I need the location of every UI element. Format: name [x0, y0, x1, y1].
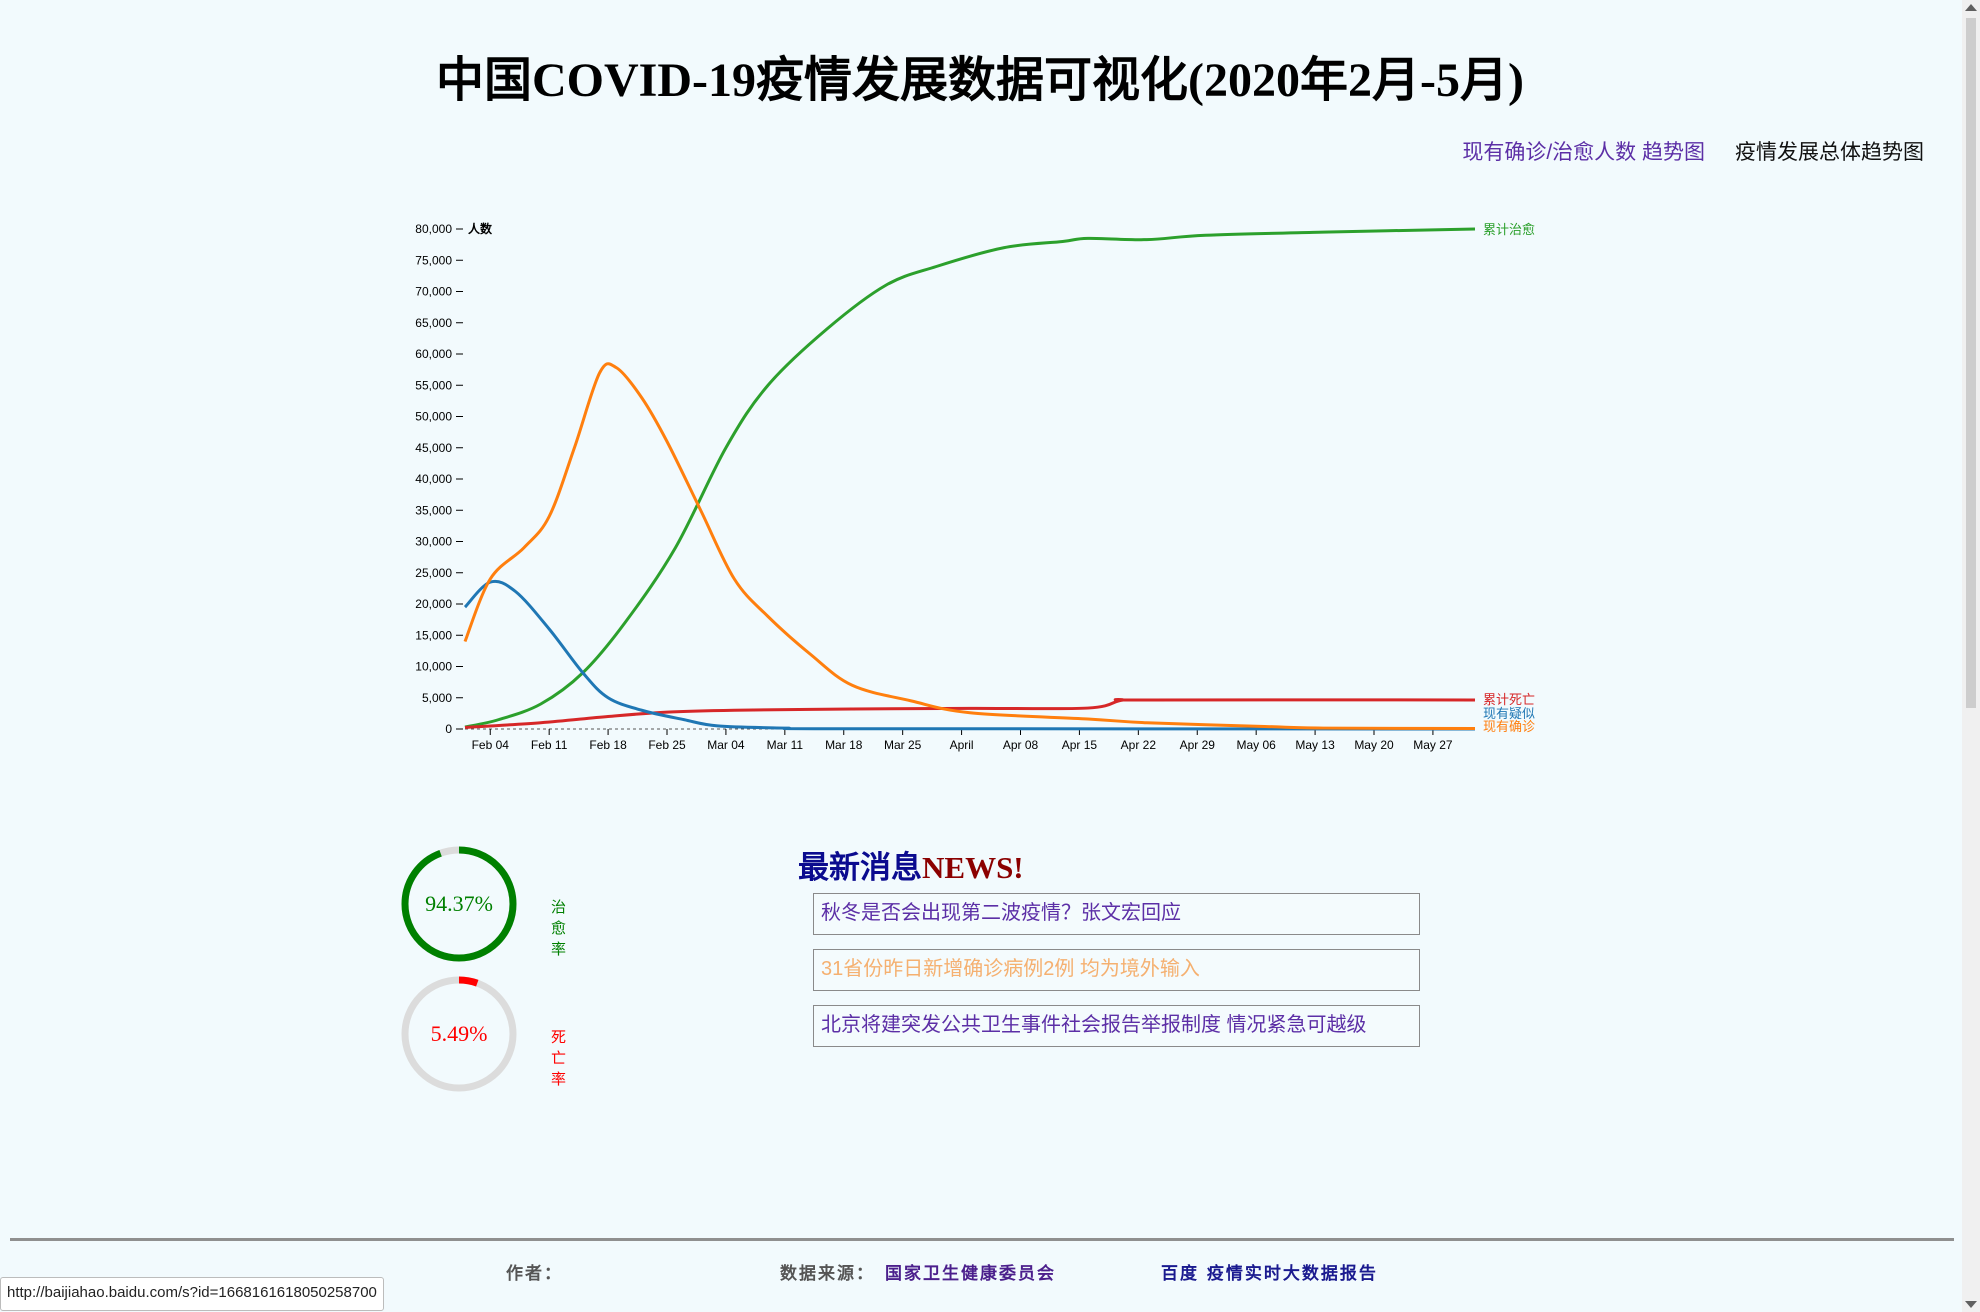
news-item[interactable]: 北京将建突发公共卫生事件社会报告举报制度 情况紧急可越级 — [813, 1005, 1420, 1047]
y-tick-label: 10,000 — [415, 660, 452, 674]
page: 中国COVID-19疫情发展数据可视化(2020年2月-5月) 现有确诊/治愈人… — [0, 0, 1980, 1312]
cure-rate-label: 治愈率 — [551, 899, 567, 958]
y-tick-label: 75,000 — [415, 253, 452, 267]
x-tick-label: Feb 18 — [589, 738, 627, 752]
x-tick-label: Mar 04 — [707, 738, 745, 752]
death-rate-ring: 5.49% — [401, 976, 517, 1092]
vertical-scrollbar[interactable] — [1962, 0, 1980, 1312]
page-title: 中国COVID-19疫情发展数据可视化(2020年2月-5月) — [436, 54, 1524, 107]
x-tick-label: Mar 18 — [825, 738, 863, 752]
cure-rate-value: 94.37% — [425, 891, 493, 916]
y-tick-label: 65,000 — [415, 316, 452, 330]
nav-trend-chart-link[interactable]: 现有确诊/治愈人数 趋势图 — [1462, 136, 1705, 166]
scroll-down-icon[interactable] — [1965, 1301, 1977, 1308]
death-rate-value: 5.49% — [431, 1021, 488, 1046]
series-label: 累计死亡 — [1483, 692, 1535, 707]
news-item[interactable]: 31省份昨日新增确诊病例2例 均为境外输入 — [813, 949, 1420, 991]
series-label: 累计治愈 — [1483, 222, 1535, 237]
scrollbar-thumb[interactable] — [1966, 18, 1976, 708]
x-tick-label: Apr 29 — [1180, 738, 1216, 752]
death-rate-gauge: 5.49% 死亡率 — [400, 975, 566, 1098]
x-tick-label: April — [950, 738, 974, 752]
series-line-现有疑似 — [463, 579, 1476, 731]
x-tick-label: May 27 — [1413, 738, 1453, 752]
y-tick-label: 45,000 — [415, 441, 452, 455]
x-tick-label: Feb 04 — [472, 738, 510, 752]
news-item[interactable]: 秋冬是否会出现第二波疫情？张文宏回应 — [813, 893, 1420, 935]
y-tick-label: 30,000 — [415, 535, 452, 549]
y-tick-label: 55,000 — [415, 378, 452, 392]
news-heading: 最新消息NEWS! — [798, 842, 1024, 887]
footer-source-label: 数据来源： — [780, 1264, 875, 1284]
news-list: 秋冬是否会出现第二波疫情？张文宏回应 31省份昨日新增确诊病例2例 均为境外输入… — [813, 893, 1420, 1061]
footer-author: 作者： — [506, 1264, 563, 1284]
y-axis-label: 人数 — [468, 221, 493, 236]
death-rate-label: 死亡率 — [551, 1029, 567, 1088]
x-tick-label: Feb 11 — [531, 738, 568, 752]
x-tick-label: Feb 25 — [648, 738, 686, 752]
cure-rate-ring: 94.37% — [401, 846, 517, 962]
y-tick-label: 5,000 — [422, 691, 452, 705]
y-tick-label: 70,000 — [415, 285, 452, 299]
x-tick-label: Mar 11 — [767, 738, 804, 752]
series-line-累计治愈 — [464, 227, 1476, 729]
x-tick-label: May 20 — [1354, 738, 1394, 752]
x-tick-label: Apr 08 — [1003, 738, 1039, 752]
scroll-up-icon[interactable] — [1965, 4, 1977, 11]
y-tick-label: 50,000 — [415, 410, 452, 424]
y-tick-label: 25,000 — [415, 566, 452, 580]
news-heading-en: NEWS! — [922, 850, 1024, 885]
chart-nav: 现有确诊/治愈人数 趋势图 疫情发展总体趋势图 — [1462, 136, 1924, 166]
footer-divider — [10, 1238, 1954, 1241]
footer-baidu-link[interactable]: 百度 疫情实时大数据报告 — [1161, 1259, 1378, 1284]
x-tick-label: Apr 22 — [1121, 738, 1157, 752]
series-label: 现有确诊 — [1483, 719, 1535, 734]
status-bar-url: http://baijiahao.baidu.com/s?id=16681616… — [0, 1277, 384, 1311]
news-heading-cn: 最新消息 — [798, 850, 922, 885]
y-tick-label: 40,000 — [415, 472, 452, 486]
x-tick-label: Apr 15 — [1062, 738, 1098, 752]
x-tick-label: May 13 — [1295, 738, 1335, 752]
x-tick-label: Mar 25 — [884, 738, 922, 752]
nav-overall-chart-link[interactable]: 疫情发展总体趋势图 — [1735, 136, 1924, 166]
covid-line-chart: 0 5,000 10,000 15,000 20,000 25,000 30,000 35,0… — [415, 221, 1535, 752]
x-tick-label: May 06 — [1236, 738, 1276, 752]
y-tick-label: 80,000 — [415, 222, 452, 236]
cure-rate-gauge: 94.37% 治愈率 — [400, 845, 566, 968]
footer-source-link[interactable]: 国家卫生健康委员会 — [885, 1259, 1056, 1284]
y-tick-label: 35,000 — [415, 503, 452, 517]
y-tick-label: 60,000 — [415, 347, 452, 361]
y-tick-label: 15,000 — [415, 628, 452, 642]
y-tick-label: 0 — [445, 722, 452, 736]
y-tick-label: 20,000 — [415, 597, 452, 611]
series-line-现有确诊 — [463, 362, 1476, 730]
